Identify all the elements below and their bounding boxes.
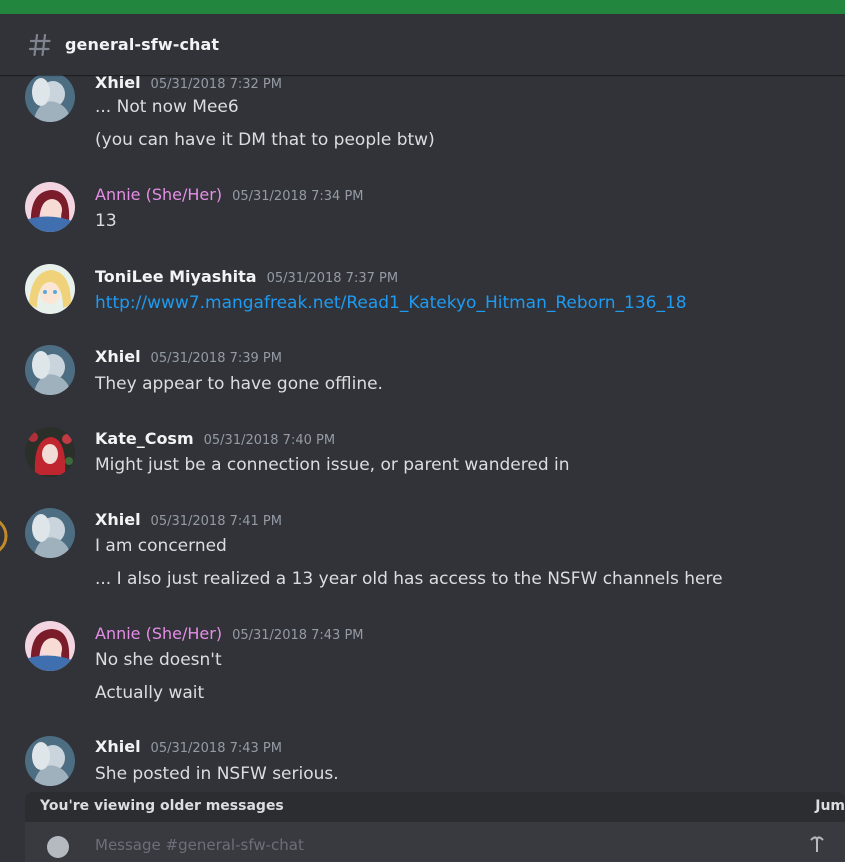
message-text: Actually wait [95,683,205,703]
timestamp: 05/31/2018 7:43 PM [232,628,364,643]
username[interactable]: ToniLee Miyashita [95,267,257,286]
avatar[interactable] [25,508,75,558]
older-messages-label: You're viewing older messages [40,798,284,814]
gift-icon[interactable] [807,836,827,856]
message-text: Might just be a connection issue, or par… [95,455,570,475]
username[interactable]: Xhiel [95,347,141,366]
timestamp: 05/31/2018 7:37 PM [266,271,399,286]
top-strip [0,0,845,14]
message-text: (you can have it DM that to people btw) [95,130,435,150]
message-list: Xhiel 05/31/2018 7:32 PM ... Not now Mee… [0,75,845,795]
avatar[interactable] [25,427,75,477]
message-input[interactable]: Message #general-sfw-chat [95,836,304,854]
channel-header: general-sfw-chat [0,14,845,75]
username[interactable]: Annie (She/Her) [95,185,222,204]
timestamp: 05/31/2018 7:32 PM [150,77,282,92]
message-composer: Message #general-sfw-chat [25,822,845,862]
username[interactable]: Kate_Cosm [95,429,194,448]
timestamp: 05/31/2018 7:43 PM [150,741,282,756]
timestamp: 05/31/2018 7:41 PM [150,514,282,529]
username[interactable]: Annie (She/Her) [95,624,222,643]
avatar[interactable] [25,264,75,314]
plus-circle-icon[interactable] [47,836,69,858]
username[interactable]: Xhiel [95,737,141,756]
hash-icon [28,33,51,56]
message-text: ... Not now Mee6 [95,97,239,117]
jump-to-present-button[interactable]: Jum [815,798,845,814]
message-text: They appear to have gone offline. [95,374,383,394]
avatar[interactable] [25,182,75,232]
avatar[interactable] [25,75,75,122]
avatar[interactable] [25,736,75,786]
avatar[interactable] [25,621,75,671]
channel-name: general-sfw-chat [65,35,220,54]
message-link[interactable]: http://www7.mangafreak.net/Read1_Katekyo… [95,293,687,313]
ring-decoration-icon [0,520,8,552]
timestamp: 05/31/2018 7:40 PM [203,433,336,448]
message-text: I am concerned [95,536,227,556]
username[interactable]: Xhiel [95,75,141,92]
timestamp: 05/31/2018 7:34 PM [232,189,364,204]
avatar[interactable] [25,345,75,395]
message-text: ... I also just realized a 13 year old h… [95,569,723,589]
message-text: She posted in NSFW serious. [95,764,339,784]
timestamp: 05/31/2018 7:39 PM [150,351,282,366]
message-text: No she doesn't [95,650,222,670]
message-text: 13 [95,211,117,231]
older-messages-banner[interactable]: You're viewing older messages Jum [25,792,845,822]
username[interactable]: Xhiel [95,510,141,529]
